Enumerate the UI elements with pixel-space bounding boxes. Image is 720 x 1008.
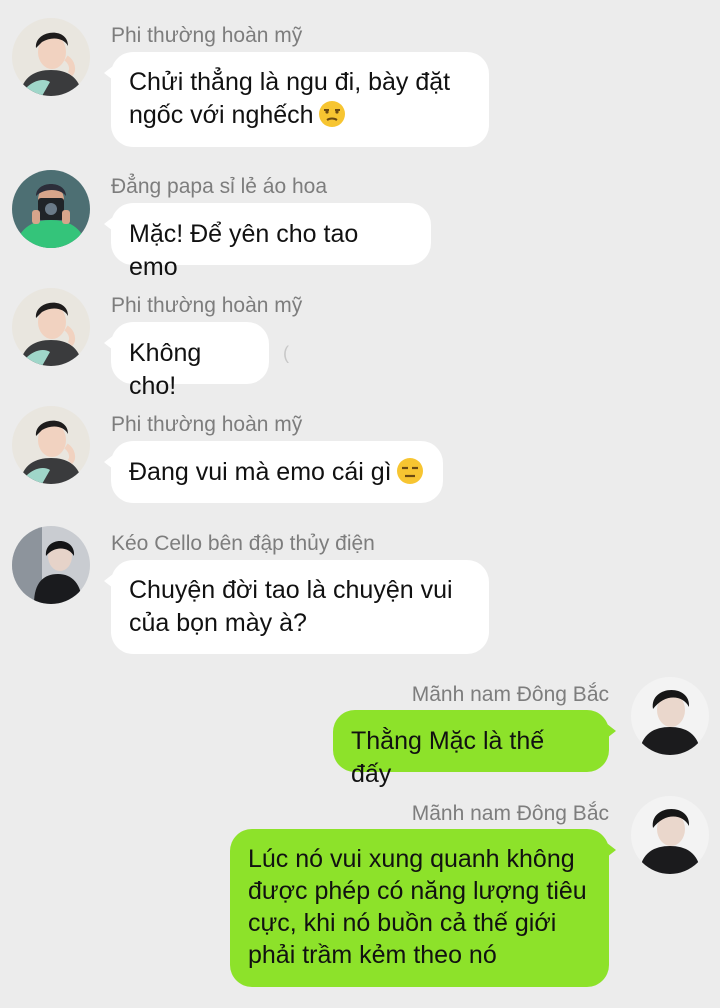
avatar-phi-thuong-icon: [12, 288, 90, 366]
message-row: Phi thường hoàn mỹ Chửi thẳng là ngu đi,…: [0, 0, 720, 150]
message-text: Đang vui mà emo cái gì: [129, 458, 392, 486]
sender-name: Phi thường hoàn mỹ: [111, 24, 303, 47]
sender-name: Kéo Cello bên đập thủy điện: [111, 532, 375, 555]
message-bubble[interactable]: Mặc! Để yên cho tao emo: [104, 203, 431, 281]
message-text: Chuyện đời tao là chuyện vui của bọn mày…: [129, 576, 453, 637]
sender-name: Mãnh nam Đông Bắc: [411, 802, 609, 825]
message-bubble[interactable]: Đang vui mà emo cái gì: [104, 441, 443, 503]
avatar[interactable]: [12, 526, 90, 604]
sender-name: Mãnh nam Đông Bắc: [411, 683, 609, 706]
avatar[interactable]: [631, 677, 709, 755]
message-bubble[interactable]: Chuyện đời tao là chuyện vui của bọn mày…: [104, 560, 489, 654]
avatar-keo-cello-icon: [12, 526, 90, 604]
avatar[interactable]: [12, 288, 90, 366]
message-text: Lúc nó vui xung quanh không được phép có…: [248, 845, 587, 969]
avatar[interactable]: [631, 796, 709, 874]
expressionless-face-icon: [396, 457, 424, 485]
avatar[interactable]: [12, 18, 90, 96]
avatar[interactable]: [12, 170, 90, 248]
sender-name: Đẳng papa sỉ lẻ áo hoa: [111, 175, 327, 198]
avatar-dang-papa-icon: [12, 170, 90, 248]
message-bubble[interactable]: Lúc nó vui xung quanh không được phép có…: [230, 829, 616, 987]
message-text: Chửi thẳng là ngu đi, bày đặt ngốc với n…: [129, 68, 451, 129]
avatar-phi-thuong-icon: [12, 18, 90, 96]
loading-indicator-icon: (: [283, 343, 289, 363]
message-bubble[interactable]: Chửi thẳng là ngu đi, bày đặt ngốc với n…: [104, 52, 489, 147]
message-bubble[interactable]: Thằng Mặc là thế đấy: [333, 710, 616, 788]
sender-name: Phi thường hoàn mỹ: [111, 413, 303, 436]
avatar-manh-nam-icon: [631, 677, 709, 755]
message-bubble[interactable]: Không cho!: [104, 322, 269, 400]
message-text: Mặc! Để yên cho tao emo: [129, 220, 359, 281]
avatar-manh-nam-icon: [631, 796, 709, 874]
message-text: Không cho!: [129, 339, 202, 400]
unamused-face-icon: [318, 100, 346, 128]
sender-name: Phi thường hoàn mỹ: [111, 294, 303, 317]
avatar[interactable]: [12, 406, 90, 484]
message-text: Thằng Mặc là thế đấy: [351, 727, 545, 788]
avatar-phi-thuong-icon: [12, 406, 90, 484]
